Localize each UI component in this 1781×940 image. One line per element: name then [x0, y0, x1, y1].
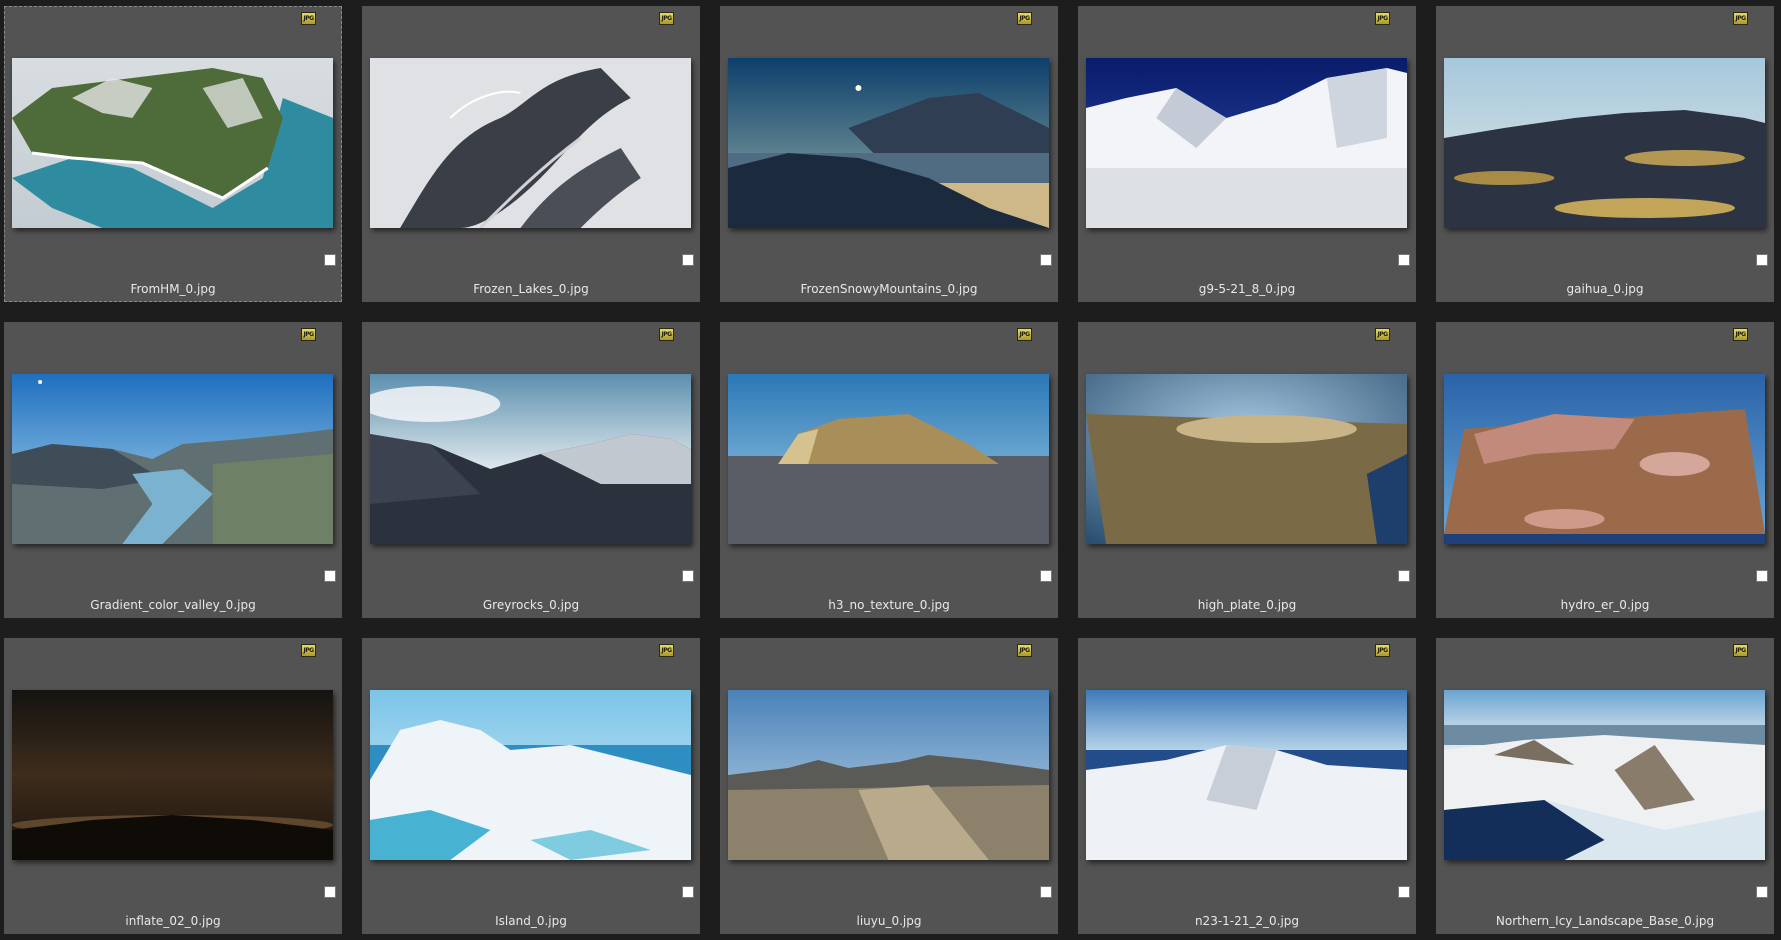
file-name: h3_no_texture_0.jpg: [828, 598, 950, 612]
jpg-file-icon: JPG: [659, 12, 674, 25]
file-name: liuyu_0.jpg: [856, 914, 922, 928]
file-tile[interactable]: JPG Frozen_Lakes_0.jpg: [362, 6, 700, 302]
select-checkbox[interactable]: [324, 886, 336, 898]
file-name: hydro_er_0.jpg: [1560, 598, 1650, 612]
select-checkbox[interactable]: [1040, 570, 1052, 582]
select-checkbox[interactable]: [1040, 886, 1052, 898]
jpg-file-icon: JPG: [1375, 328, 1390, 341]
thumbnail-image[interactable]: [728, 374, 1049, 544]
jpg-file-icon: JPG: [1017, 12, 1032, 25]
jpg-file-icon: JPG: [1733, 328, 1748, 341]
select-checkbox[interactable]: [1756, 254, 1768, 266]
select-checkbox[interactable]: [324, 570, 336, 582]
thumbnail-image[interactable]: [1444, 58, 1765, 228]
file-tile[interactable]: JPG Island_0.jpg: [362, 638, 700, 934]
file-tile[interactable]: JPG liuyu_0.jpg: [720, 638, 1058, 934]
thumbnail-image[interactable]: [1086, 690, 1407, 860]
file-tile[interactable]: JPG Gradient_color_valley_0.jpg: [4, 322, 342, 618]
thumbnail-image[interactable]: [1086, 374, 1407, 544]
file-name: Frozen_Lakes_0.jpg: [473, 282, 589, 296]
thumbnail-image[interactable]: [12, 374, 333, 544]
select-checkbox[interactable]: [1756, 570, 1768, 582]
select-checkbox[interactable]: [324, 254, 336, 266]
file-name: Gradient_color_valley_0.jpg: [90, 598, 256, 612]
jpg-file-icon: JPG: [659, 328, 674, 341]
thumbnail-image[interactable]: [728, 58, 1049, 228]
jpg-file-icon: JPG: [1017, 644, 1032, 657]
file-tile[interactable]: JPG n23-1-21_2_0.jpg: [1078, 638, 1416, 934]
file-name: g9-5-21_8_0.jpg: [1198, 282, 1296, 296]
file-tile[interactable]: JPG Greyrocks_0.jpg: [362, 322, 700, 618]
file-tile[interactable]: JPG g9-5-21_8_0.jpg: [1078, 6, 1416, 302]
file-name: FrozenSnowyMountains_0.jpg: [800, 282, 978, 296]
select-checkbox[interactable]: [1040, 254, 1052, 266]
jpg-file-icon: JPG: [1375, 12, 1390, 25]
thumbnail-image[interactable]: [370, 374, 691, 544]
jpg-file-icon: JPG: [301, 644, 316, 657]
jpg-file-icon: JPG: [1017, 328, 1032, 341]
jpg-file-icon: JPG: [1733, 644, 1748, 657]
jpg-file-icon: JPG: [659, 644, 674, 657]
select-checkbox[interactable]: [682, 254, 694, 266]
thumbnail-image[interactable]: [12, 58, 333, 228]
file-name: FromHM_0.jpg: [130, 282, 216, 296]
file-name: inflate_02_0.jpg: [125, 914, 221, 928]
file-tile[interactable]: JPG Northern_Icy_Landscape_Base_0.jpg: [1436, 638, 1774, 934]
thumbnail-image[interactable]: [370, 690, 691, 860]
file-tile[interactable]: JPG gaihua_0.jpg: [1436, 6, 1774, 302]
select-checkbox[interactable]: [682, 886, 694, 898]
select-checkbox[interactable]: [1398, 570, 1410, 582]
thumbnail-image[interactable]: [370, 58, 691, 228]
file-name: Greyrocks_0.jpg: [482, 598, 580, 612]
thumbnail-image[interactable]: [1444, 374, 1765, 544]
select-checkbox[interactable]: [682, 570, 694, 582]
jpg-file-icon: JPG: [1733, 12, 1748, 25]
file-tile[interactable]: JPG inflate_02_0.jpg: [4, 638, 342, 934]
file-tile[interactable]: JPG FromHM_0.jpg: [4, 6, 342, 302]
file-name: Northern_Icy_Landscape_Base_0.jpg: [1495, 914, 1715, 928]
file-tile[interactable]: JPG hydro_er_0.jpg: [1436, 322, 1774, 618]
file-tile[interactable]: JPG h3_no_texture_0.jpg: [720, 322, 1058, 618]
thumbnail-grid: JPG FromHM_0.jpg JPG Frozen_Lakes_0.jpg …: [4, 6, 1774, 934]
file-tile[interactable]: JPG FrozenSnowyMountains_0.jpg: [720, 6, 1058, 302]
file-name: gaihua_0.jpg: [1566, 282, 1644, 296]
thumbnail-image[interactable]: [728, 690, 1049, 860]
file-name: high_plate_0.jpg: [1197, 598, 1297, 612]
thumbnail-image[interactable]: [1444, 690, 1765, 860]
select-checkbox[interactable]: [1398, 886, 1410, 898]
select-checkbox[interactable]: [1398, 254, 1410, 266]
file-name: Island_0.jpg: [495, 914, 567, 928]
jpg-file-icon: JPG: [301, 12, 316, 25]
jpg-file-icon: JPG: [1375, 644, 1390, 657]
file-tile[interactable]: JPG high_plate_0.jpg: [1078, 322, 1416, 618]
select-checkbox[interactable]: [1756, 886, 1768, 898]
thumbnail-image[interactable]: [12, 690, 333, 860]
thumbnail-image[interactable]: [1086, 58, 1407, 228]
jpg-file-icon: JPG: [301, 328, 316, 341]
file-name: n23-1-21_2_0.jpg: [1194, 914, 1300, 928]
